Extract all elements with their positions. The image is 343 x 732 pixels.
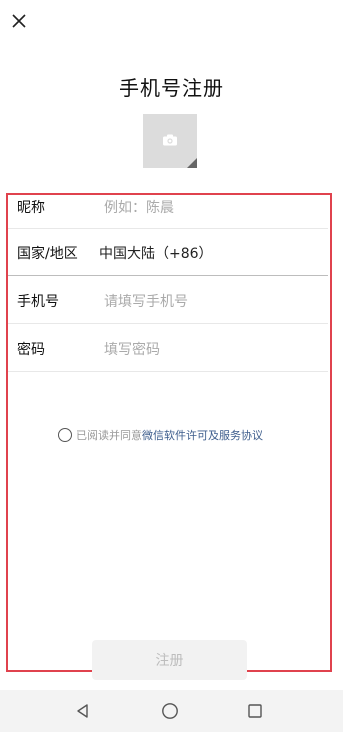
system-nav-bar xyxy=(0,690,343,732)
nickname-row[interactable]: 昵称 例如：陈晨 xyxy=(8,183,330,230)
nickname-label: 昵称 xyxy=(17,199,45,216)
camera-icon xyxy=(163,134,177,146)
home-button[interactable] xyxy=(160,701,180,721)
divider xyxy=(8,323,328,324)
back-button[interactable] xyxy=(73,701,93,721)
divider xyxy=(8,371,328,372)
password-row[interactable]: 密码 填写密码 xyxy=(8,325,330,372)
recents-square-icon xyxy=(248,704,262,718)
country-region-label: 国家/地区 xyxy=(17,245,78,262)
agreement-radio[interactable] xyxy=(58,428,72,442)
recents-button[interactable] xyxy=(245,701,265,721)
agreement-prefix: 已阅读并同意 xyxy=(76,429,142,442)
password-input[interactable]: 填写密码 xyxy=(104,339,160,359)
avatar-corner-mark xyxy=(187,158,197,168)
back-triangle-icon xyxy=(77,704,88,718)
avatar-upload-button[interactable] xyxy=(143,114,197,168)
register-button[interactable]: 注册 xyxy=(92,640,247,680)
divider xyxy=(8,275,328,276)
password-label: 密码 xyxy=(17,341,45,358)
phone-input[interactable]: 请填写手机号 xyxy=(104,291,188,311)
phone-row[interactable]: 手机号 请填写手机号 xyxy=(8,277,330,324)
country-region-value[interactable]: 中国大陆（+86） xyxy=(99,243,213,263)
phone-label: 手机号 xyxy=(17,293,59,310)
page-title: 手机号注册 xyxy=(119,76,224,100)
nickname-input[interactable]: 例如：陈晨 xyxy=(104,197,174,217)
country-region-row[interactable]: 国家/地区 中国大陆（+86） xyxy=(8,229,330,276)
close-icon xyxy=(12,14,26,28)
home-circle-icon xyxy=(162,703,178,719)
close-button[interactable] xyxy=(8,10,30,32)
agreement-row: 已阅读并同意 微信软件许可及服务协议 xyxy=(58,426,263,444)
agreement-link[interactable]: 微信软件许可及服务协议 xyxy=(142,427,263,443)
